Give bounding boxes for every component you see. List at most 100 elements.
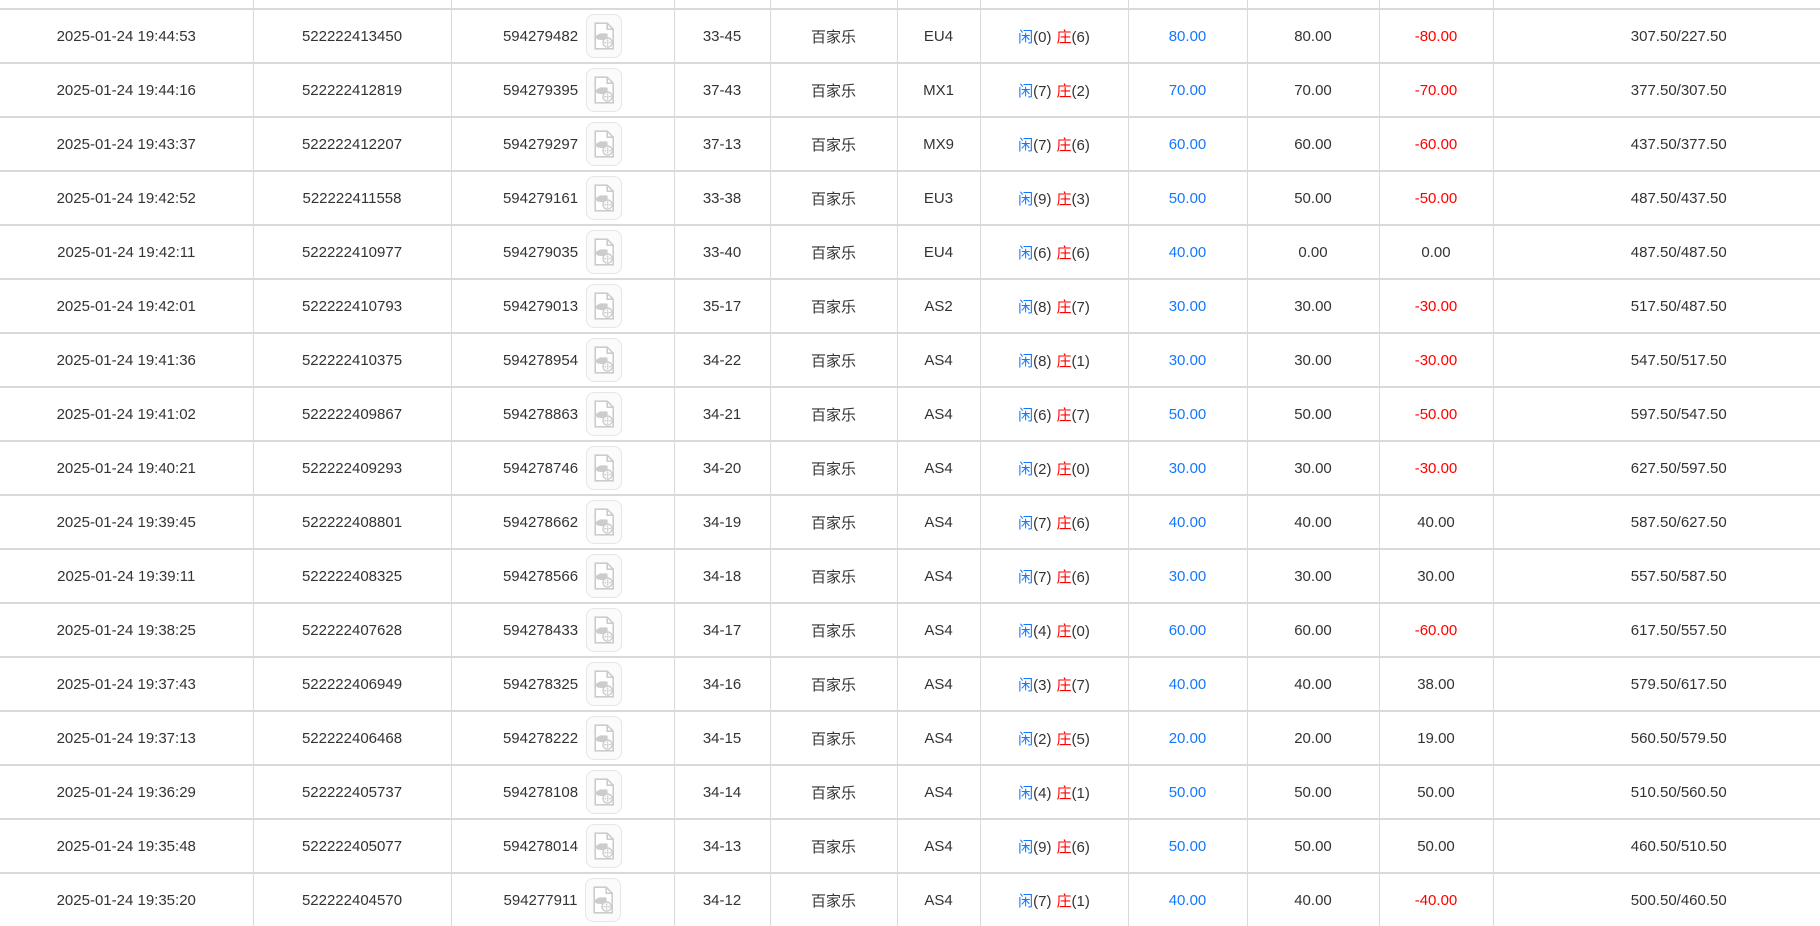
game-name-cell: 百家乐 bbox=[770, 333, 897, 387]
video-replay-button[interactable] bbox=[586, 554, 622, 598]
partial-cell bbox=[1379, 0, 1493, 9]
banker-result-points: (5) bbox=[1072, 731, 1090, 748]
partial-cell bbox=[0, 0, 253, 9]
bet-table-body: 2025-01-24 19:44:53 522222413450 5942794… bbox=[0, 0, 1820, 926]
table-row: 2025-01-24 19:42:01 522222410793 5942790… bbox=[0, 279, 1820, 333]
video-replay-button[interactable] bbox=[586, 68, 622, 112]
bet-amount-cell: 40.00 bbox=[1128, 225, 1247, 279]
player-result-label: 闲 bbox=[1018, 137, 1033, 154]
result-cell: 闲(7)庄(6) bbox=[980, 117, 1128, 171]
round-id-cell: 594279482 bbox=[451, 9, 674, 63]
shoe-round-cell: 34-21 bbox=[674, 387, 770, 441]
bet-id-cell: 522222412819 bbox=[253, 63, 451, 117]
round-id-cell: 594277911 bbox=[451, 873, 674, 926]
bet-id-cell: 522222409867 bbox=[253, 387, 451, 441]
player-result-label: 闲 bbox=[1018, 461, 1033, 478]
video-replay-button[interactable] bbox=[586, 14, 622, 58]
bet-amount-cell: 40.00 bbox=[1128, 657, 1247, 711]
bet-amount-link[interactable]: 50.00 bbox=[1169, 406, 1207, 423]
shoe-round-cell: 37-43 bbox=[674, 63, 770, 117]
video-replay-button[interactable] bbox=[586, 230, 622, 274]
bet-amount-cell: 70.00 bbox=[1128, 63, 1247, 117]
video-replay-button[interactable] bbox=[586, 446, 622, 490]
win-loss-value: 50.00 bbox=[1417, 838, 1455, 855]
table-code-cell: AS4 bbox=[897, 495, 980, 549]
win-loss-value: 0.00 bbox=[1421, 244, 1450, 261]
bet-amount-link[interactable]: 50.00 bbox=[1169, 784, 1207, 801]
round-id-cell: 594279297 bbox=[451, 117, 674, 171]
video-replay-button[interactable] bbox=[586, 500, 622, 544]
player-result-label: 闲 bbox=[1018, 29, 1033, 46]
video-replay-button[interactable] bbox=[586, 824, 622, 868]
bet-amount-link[interactable]: 30.00 bbox=[1169, 298, 1207, 315]
table-code-cell: AS4 bbox=[897, 441, 980, 495]
table-code-cell: AS4 bbox=[897, 657, 980, 711]
bet-amount-link[interactable]: 30.00 bbox=[1169, 568, 1207, 585]
video-replay-button[interactable] bbox=[586, 608, 622, 652]
shoe-round-cell: 33-40 bbox=[674, 225, 770, 279]
bet-amount-link[interactable]: 20.00 bbox=[1169, 730, 1207, 747]
video-file-icon bbox=[592, 238, 616, 266]
bet-amount-link[interactable]: 40.00 bbox=[1169, 892, 1207, 909]
video-replay-button[interactable] bbox=[586, 338, 622, 382]
win-loss-value: 50.00 bbox=[1417, 784, 1455, 801]
video-file-icon bbox=[592, 22, 616, 50]
bet-amount-link[interactable]: 50.00 bbox=[1169, 838, 1207, 855]
win-loss-cell: 50.00 bbox=[1379, 765, 1493, 819]
win-loss-cell: 50.00 bbox=[1379, 819, 1493, 873]
round-id-cell: 594278014 bbox=[451, 819, 674, 873]
bet-id-cell: 522222411558 bbox=[253, 171, 451, 225]
video-replay-button[interactable] bbox=[586, 392, 622, 436]
bet-time-cell: 2025-01-24 19:39:45 bbox=[0, 495, 253, 549]
bet-amount-link[interactable]: 30.00 bbox=[1169, 352, 1207, 369]
video-replay-button[interactable] bbox=[586, 770, 622, 814]
bet-amount-cell: 60.00 bbox=[1128, 117, 1247, 171]
shoe-round-cell: 34-15 bbox=[674, 711, 770, 765]
table-row: 2025-01-24 19:39:45 522222408801 5942786… bbox=[0, 495, 1820, 549]
bet-amount-link[interactable]: 70.00 bbox=[1169, 82, 1207, 99]
video-replay-button[interactable] bbox=[586, 662, 622, 706]
player-result-points: (3) bbox=[1033, 677, 1051, 694]
bet-amount-link[interactable]: 50.00 bbox=[1169, 190, 1207, 207]
bet-amount-cell: 50.00 bbox=[1128, 171, 1247, 225]
win-loss-value: -80.00 bbox=[1415, 28, 1458, 45]
bet-amount-link[interactable]: 40.00 bbox=[1169, 244, 1207, 261]
bet-amount-cell: 30.00 bbox=[1128, 549, 1247, 603]
banker-result-label: 庄 bbox=[1057, 623, 1072, 640]
player-result-points: (4) bbox=[1033, 623, 1051, 640]
video-replay-button[interactable] bbox=[586, 176, 622, 220]
bet-history-table: 2025-01-24 19:44:53 522222413450 5942794… bbox=[0, 0, 1820, 926]
table-code-cell: AS4 bbox=[897, 873, 980, 926]
bet-amount-link[interactable]: 60.00 bbox=[1169, 136, 1207, 153]
banker-result-points: (0) bbox=[1072, 623, 1090, 640]
bet-amount-cell: 50.00 bbox=[1128, 819, 1247, 873]
bet-id-cell: 522222407628 bbox=[253, 603, 451, 657]
banker-result-points: (6) bbox=[1072, 569, 1090, 586]
video-replay-button[interactable] bbox=[585, 878, 621, 922]
valid-bet-cell: 40.00 bbox=[1247, 657, 1379, 711]
balance-cell: 487.50/487.50 bbox=[1493, 225, 1820, 279]
banker-result-points: (7) bbox=[1072, 407, 1090, 424]
bet-amount-link[interactable]: 80.00 bbox=[1169, 28, 1207, 45]
shoe-round-cell: 33-38 bbox=[674, 171, 770, 225]
game-name-cell: 百家乐 bbox=[770, 117, 897, 171]
table-row: 2025-01-24 19:41:02 522222409867 5942788… bbox=[0, 387, 1820, 441]
round-id-cell: 594278662 bbox=[451, 495, 674, 549]
bet-amount-link[interactable]: 40.00 bbox=[1169, 514, 1207, 531]
video-file-icon bbox=[592, 130, 616, 158]
banker-result-label: 庄 bbox=[1057, 299, 1072, 316]
bet-amount-link[interactable]: 30.00 bbox=[1169, 460, 1207, 477]
balance-cell: 517.50/487.50 bbox=[1493, 279, 1820, 333]
table-code-cell: AS4 bbox=[897, 387, 980, 441]
result-cell: 闲(2)庄(5) bbox=[980, 711, 1128, 765]
video-replay-button[interactable] bbox=[586, 284, 622, 328]
table-code-cell: AS2 bbox=[897, 279, 980, 333]
bet-amount-link[interactable]: 40.00 bbox=[1169, 676, 1207, 693]
bet-amount-link[interactable]: 60.00 bbox=[1169, 622, 1207, 639]
bet-amount-cell: 60.00 bbox=[1128, 603, 1247, 657]
win-loss-value: -30.00 bbox=[1415, 460, 1458, 477]
game-name-cell: 百家乐 bbox=[770, 63, 897, 117]
bet-amount-cell: 30.00 bbox=[1128, 441, 1247, 495]
video-replay-button[interactable] bbox=[586, 122, 622, 166]
video-replay-button[interactable] bbox=[586, 716, 622, 760]
